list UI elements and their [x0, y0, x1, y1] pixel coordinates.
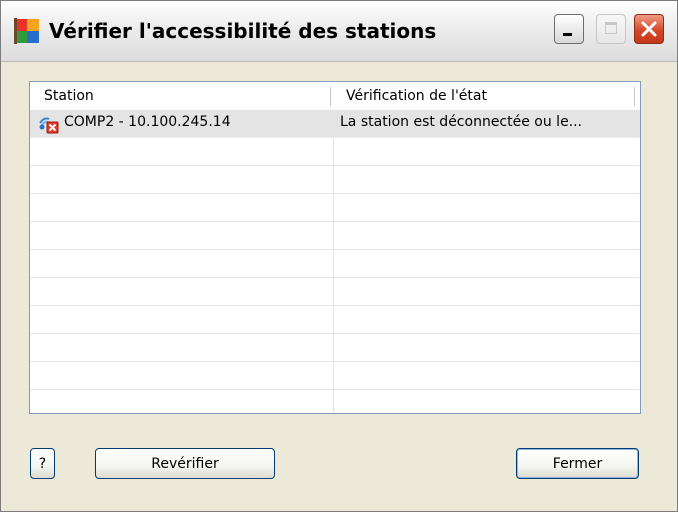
table-row — [30, 362, 640, 390]
list-rows: COMP2 - 10.100.245.14 La station est déc… — [30, 110, 640, 413]
title-bar[interactable]: Vérifier l'accessibilité des stations — [1, 1, 677, 62]
table-row — [30, 138, 640, 166]
stations-list[interactable]: Station Vérification de l'état COMP2 - 1… — [29, 81, 641, 414]
maximize-icon — [605, 22, 617, 34]
station-state: La station est déconnectée ou le... — [340, 114, 583, 130]
table-row — [30, 390, 640, 413]
station-disconnected-icon — [39, 117, 59, 134]
table-row — [30, 250, 640, 278]
column-resizer[interactable] — [634, 87, 635, 106]
dialog-window: Vérifier l'accessibilité des stations St… — [0, 0, 678, 512]
help-button[interactable]: ? — [30, 448, 55, 479]
close-button[interactable]: Fermer — [516, 448, 639, 479]
column-header-state[interactable]: Vérification de l'état — [346, 88, 487, 104]
station-name: COMP2 - 10.100.245.14 — [64, 114, 231, 130]
table-row — [30, 166, 640, 194]
table-row — [30, 278, 640, 306]
table-row — [30, 194, 640, 222]
close-icon — [641, 21, 657, 37]
close-window-button[interactable] — [634, 14, 664, 44]
avg-flag-icon — [14, 18, 39, 44]
table-row[interactable]: COMP2 - 10.100.245.14 La station est déc… — [30, 110, 640, 138]
minimize-icon — [563, 33, 572, 36]
list-header: Station Vérification de l'état — [30, 82, 640, 109]
table-row — [30, 306, 640, 334]
minimize-button[interactable] — [554, 14, 584, 44]
recheck-button[interactable]: Revérifier — [95, 448, 275, 479]
window-title: Vérifier l'accessibilité des stations — [49, 19, 437, 43]
column-header-station[interactable]: Station — [44, 88, 94, 104]
table-row — [30, 222, 640, 250]
column-resizer[interactable] — [330, 87, 331, 106]
table-row — [30, 334, 640, 362]
maximize-button — [596, 14, 626, 44]
